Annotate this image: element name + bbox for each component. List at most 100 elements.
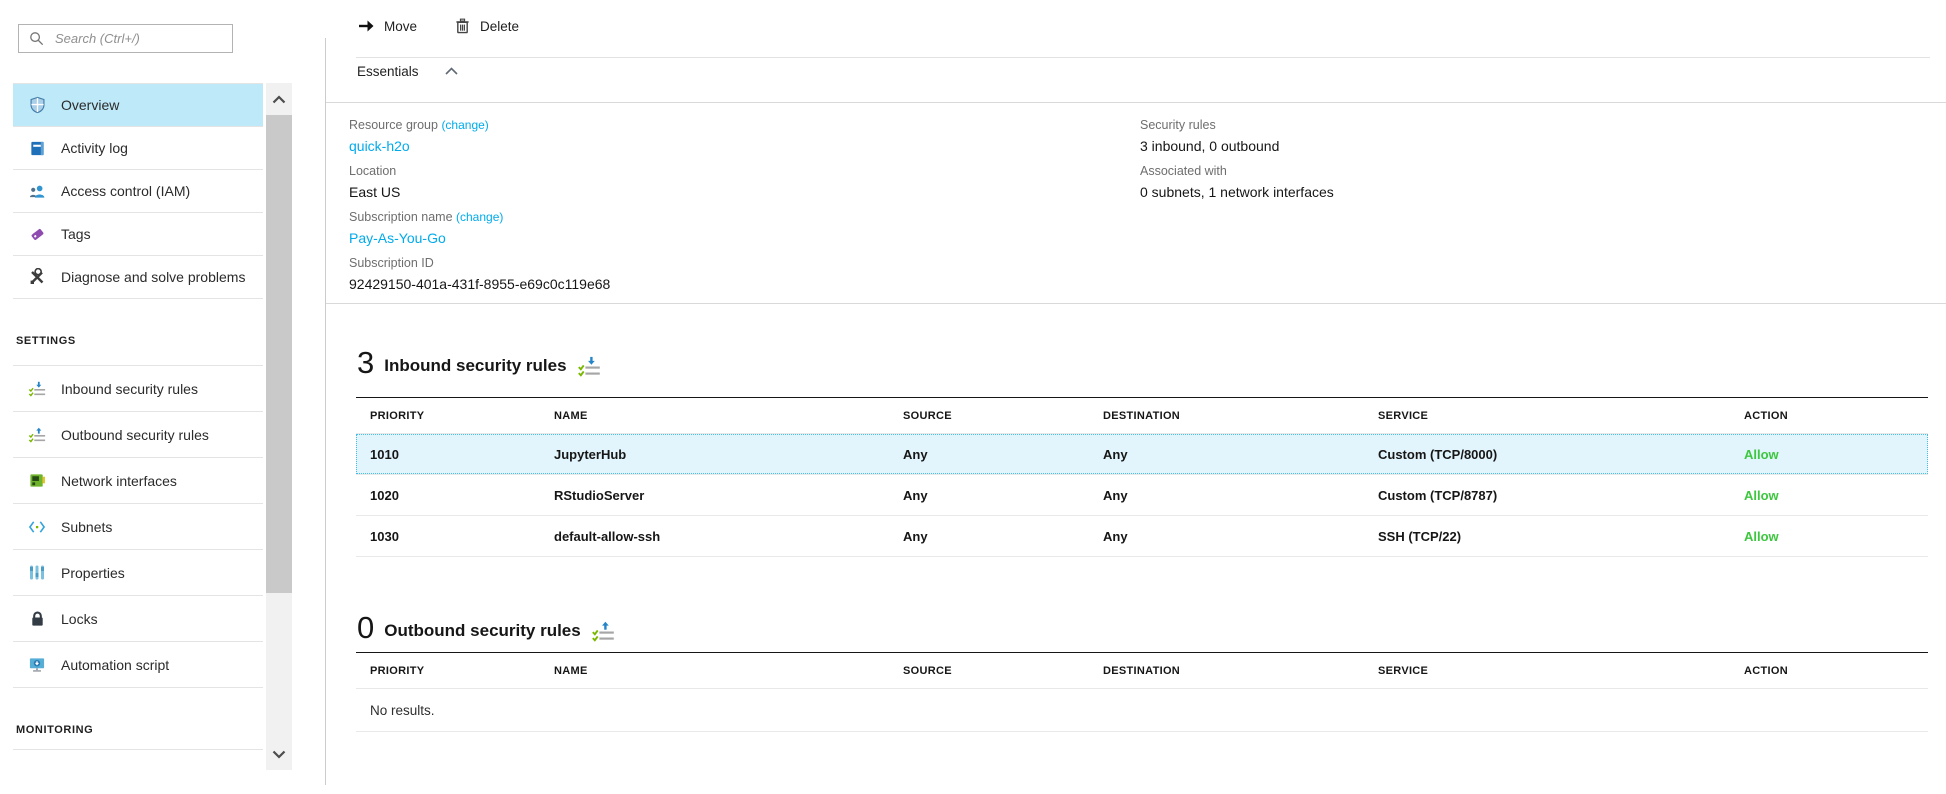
sidebar-section-monitoring: MONITORING (13, 688, 263, 750)
sidebar-item-activity-log[interactable]: Activity log (13, 127, 263, 170)
search-box[interactable] (18, 24, 233, 53)
location-value: East US (349, 183, 610, 201)
column-header: SERVICE (1378, 410, 1744, 422)
sidebar-item-access-control[interactable]: Access control (IAM) (13, 170, 263, 213)
rules-outbound-icon (591, 619, 615, 643)
delete-label: Delete (480, 19, 519, 34)
shield-icon (28, 96, 46, 114)
sidebar-item-subnets[interactable]: Subnets (13, 504, 263, 550)
inbound-count: 3 (357, 348, 374, 378)
rule-service: Custom (TCP/8787) (1378, 488, 1744, 503)
sidebar-item-label: Locks (61, 611, 98, 627)
column-header: NAME (554, 410, 903, 422)
sidebar-item-label: Overview (61, 97, 119, 113)
sidebar-item-label: Diagnose and solve problems (61, 269, 245, 285)
sidebar-item-overview[interactable]: Overview (13, 84, 263, 127)
resource-group-label: Resource group (change) (349, 117, 610, 133)
rule-action: Allow (1744, 447, 1928, 462)
sidebar-item-properties[interactable]: Properties (13, 550, 263, 596)
toolbar: Move Delete (357, 17, 519, 35)
subscription-name-value[interactable]: Pay-As-You-Go (349, 229, 610, 247)
essentials-toggle[interactable]: Essentials (357, 62, 461, 80)
tag-icon (28, 225, 46, 243)
app: { "sidebar": { "search": { "placeholder"… (0, 0, 1946, 794)
rules-inbound-icon (577, 354, 601, 378)
sidebar-item-label: Tags (61, 226, 91, 242)
search-icon (27, 30, 45, 48)
sidebar-item-locks[interactable]: Locks (13, 596, 263, 642)
outbound-section-heading: 0 Outbound security rules (357, 613, 615, 643)
sidebar-item-diagnose[interactable]: Diagnose and solve problems (13, 256, 263, 299)
associated-with-value: 0 subnets, 1 network interfaces (1140, 183, 1334, 201)
outbound-table-header: PRIORITY NAME SOURCE DESTINATION SERVICE… (356, 652, 1928, 689)
trash-icon (453, 17, 471, 35)
essentials-bottom-divider (326, 303, 1946, 304)
rule-action: Allow (1744, 488, 1928, 503)
sidebar-item-label: Automation script (61, 657, 169, 673)
move-button[interactable]: Move (357, 17, 417, 35)
people-icon (28, 182, 46, 200)
sidebar-item-tags[interactable]: Tags (13, 213, 263, 256)
column-header: PRIORITY (370, 665, 554, 677)
sidebar-section-settings: SETTINGS (13, 299, 263, 365)
essentials-title: Essentials (357, 64, 419, 79)
sidebar-item-outbound-rules[interactable]: Outbound security rules (13, 412, 263, 458)
rule-source: Any (903, 488, 1103, 503)
move-label: Move (384, 19, 417, 34)
resource-group-value[interactable]: quick-h2o (349, 137, 610, 155)
associated-with-label: Associated with (1140, 163, 1334, 179)
chevron-up-icon (443, 62, 461, 80)
table-row[interactable]: 1010 JupyterHub Any Any Custom (TCP/8000… (356, 434, 1928, 475)
rule-name: RStudioServer (554, 488, 903, 503)
rule-destination: Any (1103, 529, 1378, 544)
inbound-rules-table: PRIORITY NAME SOURCE DESTINATION SERVICE… (356, 397, 1928, 557)
column-header: SERVICE (1378, 665, 1744, 677)
change-resource-group-link[interactable]: (change) (441, 118, 488, 132)
column-header: DESTINATION (1103, 410, 1378, 422)
sidebar-scrollbar[interactable] (266, 83, 292, 770)
location-label: Location (349, 163, 610, 179)
sidebar-item-label: Subnets (61, 519, 112, 535)
sidebar-item-label: Properties (61, 565, 125, 581)
rule-name: default-allow-ssh (554, 529, 903, 544)
security-rules-label: Security rules (1140, 117, 1334, 133)
rules-inbound-icon (28, 380, 46, 398)
lock-icon (28, 610, 46, 628)
table-row[interactable]: 1030 default-allow-ssh Any Any SSH (TCP/… (356, 516, 1928, 557)
scroll-up-icon[interactable] (266, 86, 292, 112)
sidebar-item-inbound-rules[interactable]: Inbound security rules (13, 366, 263, 412)
sidebar-item-label: Access control (IAM) (61, 183, 190, 199)
sidebar-item-label: Inbound security rules (61, 381, 198, 397)
rule-service: SSH (TCP/22) (1378, 529, 1744, 544)
script-icon (28, 656, 46, 674)
rule-priority: 1020 (370, 488, 554, 503)
outbound-title: Outbound security rules (384, 620, 580, 643)
rule-source: Any (903, 529, 1103, 544)
sidebar-item-automation-script[interactable]: Automation script (13, 642, 263, 688)
column-header: ACTION (1744, 665, 1928, 677)
essentials-top-divider (326, 102, 1946, 103)
subscription-id-value: 92429150-401a-431f-8955-e69c0c119e68 (349, 275, 610, 293)
subscription-id-label: Subscription ID (349, 255, 610, 271)
delete-button[interactable]: Delete (453, 17, 519, 35)
rules-outbound-icon (28, 426, 46, 444)
column-header: DESTINATION (1103, 665, 1378, 677)
inbound-table-header: PRIORITY NAME SOURCE DESTINATION SERVICE… (356, 397, 1928, 434)
search-input[interactable] (53, 30, 224, 47)
column-header: ACTION (1744, 410, 1928, 422)
rule-service: Custom (TCP/8000) (1378, 447, 1744, 462)
scroll-down-icon[interactable] (266, 741, 292, 767)
rule-priority: 1010 (370, 447, 554, 462)
table-row[interactable]: 1020 RStudioServer Any Any Custom (TCP/8… (356, 475, 1928, 516)
change-subscription-link[interactable]: (change) (456, 210, 503, 224)
move-arrow-icon (357, 17, 375, 35)
subscription-name-label: Subscription name (change) (349, 209, 610, 225)
essentials-right-column: Security rules 3 inbound, 0 outbound Ass… (1140, 117, 1334, 209)
outbound-rules-table: PRIORITY NAME SOURCE DESTINATION SERVICE… (356, 652, 1928, 732)
scrollbar-thumb[interactable] (266, 115, 292, 593)
column-header: PRIORITY (370, 410, 554, 422)
rule-destination: Any (1103, 488, 1378, 503)
sidebar-menu: Overview Activity log Access control (IA… (13, 83, 263, 750)
column-header: SOURCE (903, 665, 1103, 677)
sidebar-item-network-interfaces[interactable]: Network interfaces (13, 458, 263, 504)
